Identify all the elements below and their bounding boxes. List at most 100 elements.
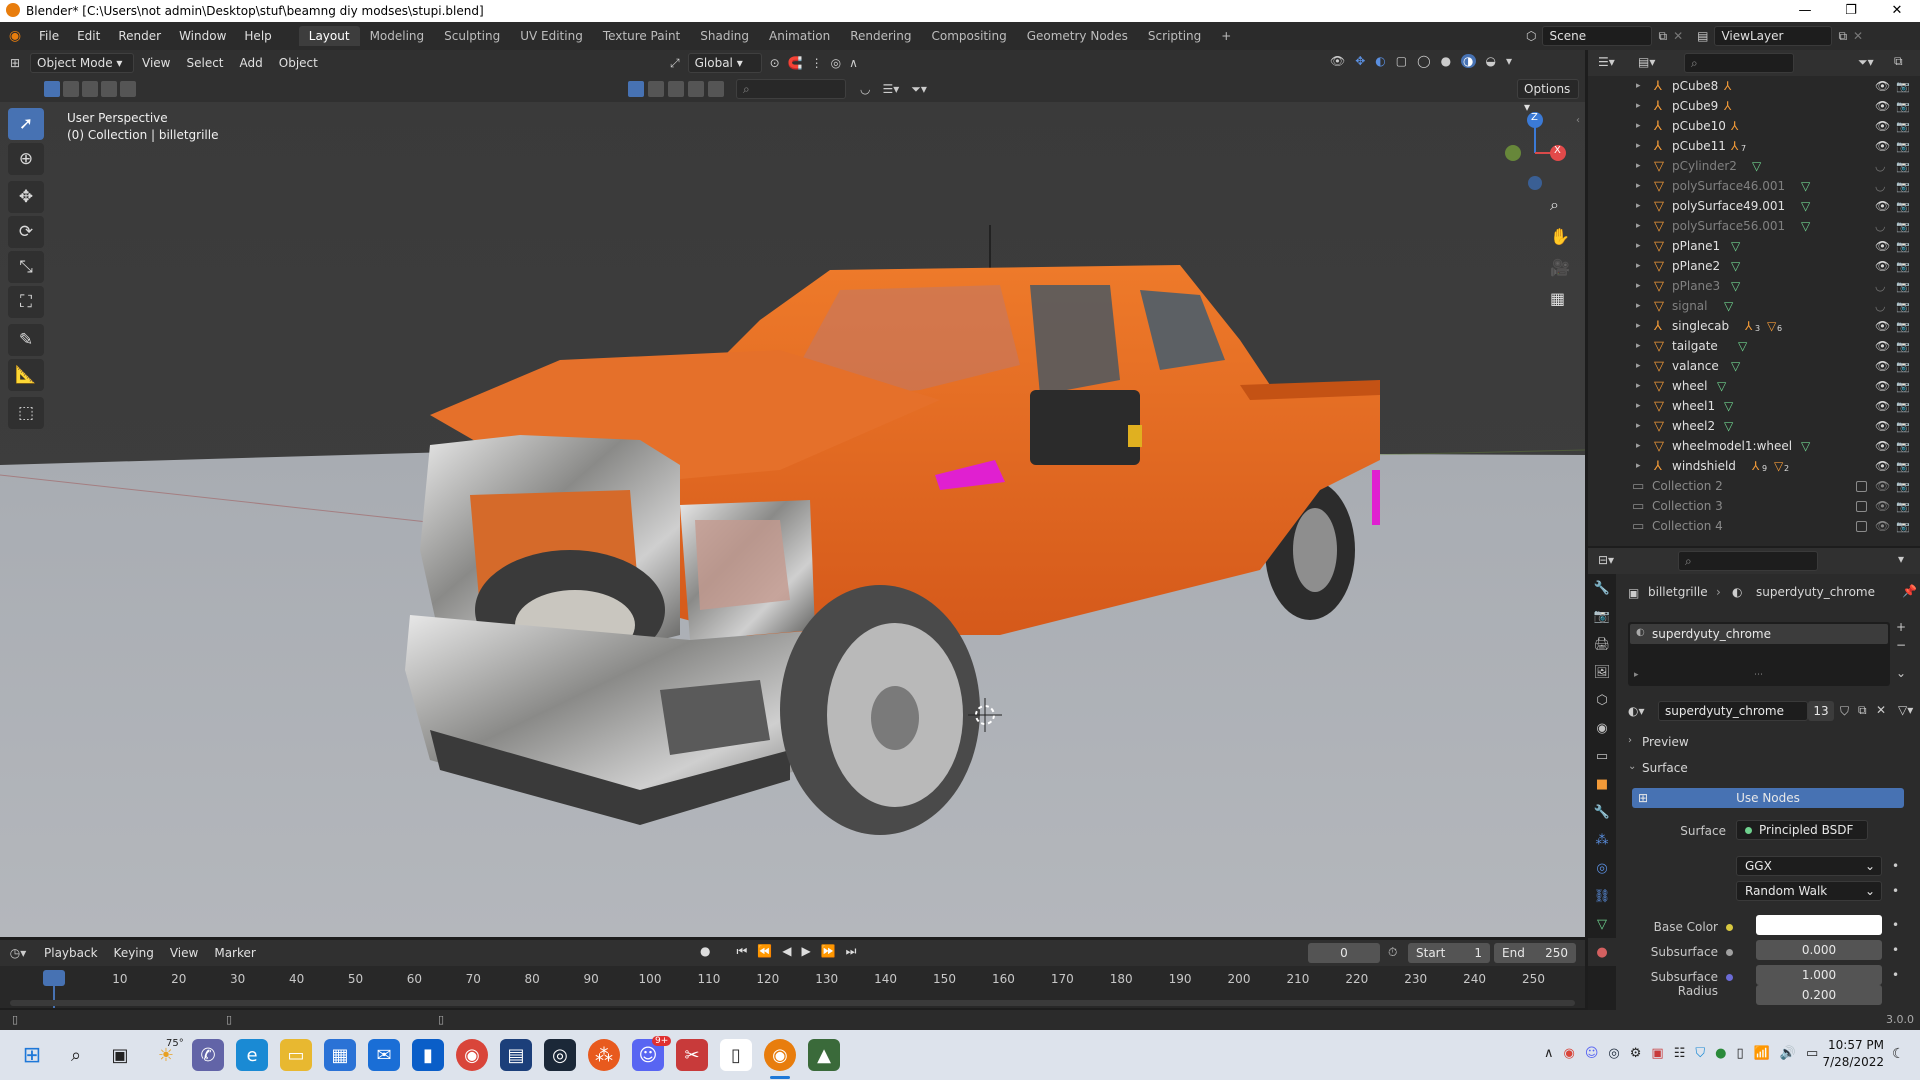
- overlay-icon[interactable]: ◐: [1375, 54, 1385, 68]
- mesh-data-icon[interactable]: ▽: [1724, 419, 1733, 433]
- subsurface-radius-y-field[interactable]: 0.200: [1756, 985, 1882, 1005]
- select-new-icon[interactable]: [44, 81, 60, 97]
- jump-keyframe-forward-icon[interactable]: ⏩: [821, 944, 836, 959]
- tray-battery-icon[interactable]: ▯: [1736, 1046, 1743, 1061]
- visibility-eye-icon[interactable]: ◡: [1875, 159, 1885, 173]
- scene-selector[interactable]: Scene: [1542, 26, 1653, 46]
- outliner-search-input[interactable]: ⌕: [1684, 53, 1794, 73]
- outliner-row[interactable]: ▸ ▽ pCylinder2 ▽ ◡ 📷: [1588, 156, 1920, 176]
- render-camera-icon[interactable]: 📷: [1896, 300, 1910, 313]
- outliner-row[interactable]: ▸ ▽ tailgate ▽ 👁 📷: [1588, 336, 1920, 356]
- outliner-row[interactable]: ▸ ▽ polySurface46.001 ▽ ◡ 📷: [1588, 176, 1920, 196]
- menu-render[interactable]: Render: [109, 29, 170, 43]
- filter-mesh-icon[interactable]: [628, 81, 644, 97]
- subsurface-field[interactable]: 0.000: [1756, 940, 1882, 960]
- xray-icon[interactable]: ▢: [1396, 54, 1407, 68]
- expand-arrow-icon[interactable]: ▸: [1636, 381, 1641, 391]
- tray-steam-icon[interactable]: ◎: [1608, 1046, 1619, 1061]
- jump-start-icon[interactable]: ⏮: [736, 944, 747, 959]
- select-subtract-icon[interactable]: [82, 81, 98, 97]
- filter-icon[interactable]: ⏷▾: [911, 82, 927, 97]
- search-icon[interactable]: ⌕: [60, 1039, 92, 1071]
- calculator-icon[interactable]: ▤: [500, 1039, 532, 1071]
- mesh-data-icon[interactable]: ▽: [1731, 239, 1740, 253]
- visibility-eye-icon[interactable]: 👁: [1875, 419, 1890, 433]
- measure-tool[interactable]: 📐: [8, 359, 44, 391]
- outliner-row[interactable]: ▸ ▽ pPlane1 ▽ 👁 📷: [1588, 236, 1920, 256]
- new-view-layer-icon[interactable]: ⧉: [1838, 29, 1847, 44]
- timeline-menu-playback[interactable]: Playback: [36, 946, 106, 960]
- select-extend-icon[interactable]: [63, 81, 79, 97]
- falloff-icon[interactable]: ∧: [849, 56, 858, 70]
- filter-empty-icon[interactable]: [708, 81, 724, 97]
- slot-expand-icon[interactable]: ▸: [1634, 670, 1639, 680]
- visibility-eye-icon[interactable]: ◡: [1875, 299, 1885, 313]
- visibility-eye-icon[interactable]: 👁: [1875, 359, 1890, 373]
- jump-keyframe-back-icon[interactable]: ⏪: [757, 944, 772, 959]
- visibility-eye-icon[interactable]: ◡: [1875, 279, 1885, 293]
- notification-icon[interactable]: ☾: [1892, 1046, 1905, 1062]
- outliner-row[interactable]: ▸ ▽ pPlane3 ▽ ◡ 📷: [1588, 276, 1920, 296]
- render-camera-icon[interactable]: 📷: [1896, 260, 1910, 273]
- visibility-eye-icon[interactable]: 👁: [1875, 139, 1890, 153]
- tab-particles[interactable]: ⁂: [1588, 826, 1616, 854]
- move-tool[interactable]: ✥: [8, 181, 44, 213]
- timeline-body[interactable]: 0102030405060708090100110120130140150160…: [0, 966, 1585, 1008]
- visibility-eye-icon[interactable]: 👁: [1875, 79, 1890, 93]
- subsurface-radius-anim-dot[interactable]: •: [1892, 968, 1899, 982]
- material-slot-item[interactable]: ◐ superdyuty_chrome: [1630, 624, 1888, 644]
- visibility-eye-icon[interactable]: 👁: [1875, 519, 1890, 533]
- current-frame-field[interactable]: 0: [1308, 943, 1380, 963]
- expand-arrow-icon[interactable]: ▸: [1636, 141, 1641, 151]
- tab-data[interactable]: ▽: [1588, 910, 1616, 938]
- render-camera-icon[interactable]: 📷: [1896, 480, 1910, 493]
- mesh-data-icon[interactable]: ▽: [1801, 219, 1810, 233]
- select-intersect-icon[interactable]: [120, 81, 136, 97]
- 3d-viewport[interactable]: [0, 50, 1585, 937]
- app-dots-icon[interactable]: ⁂: [588, 1039, 620, 1071]
- expand-arrow-icon[interactable]: ▸: [1636, 281, 1641, 291]
- tab-render[interactable]: 📷: [1588, 602, 1616, 630]
- visibility-eye-icon[interactable]: 👁: [1875, 459, 1890, 473]
- base-color-anim-dot[interactable]: •: [1892, 918, 1899, 932]
- tab-physics[interactable]: ◎: [1588, 854, 1616, 882]
- chrome-icon[interactable]: ◉: [456, 1039, 488, 1071]
- viewport-menu-add[interactable]: Add: [232, 56, 271, 70]
- mesh-data-icon[interactable]: ▽: [1731, 359, 1740, 373]
- select-invert-icon[interactable]: [101, 81, 117, 97]
- properties-options-icon[interactable]: ▾: [1898, 552, 1904, 566]
- options-dropdown[interactable]: Options ▾: [1517, 79, 1579, 114]
- tab-scripting[interactable]: Scripting: [1138, 26, 1211, 46]
- viewport-menu-view[interactable]: View: [134, 56, 178, 70]
- blender-taskbar-icon[interactable]: ◉: [764, 1039, 796, 1071]
- mesh-data-icon[interactable]: ▽: [1801, 439, 1810, 453]
- expand-arrow-icon[interactable]: ▸: [1636, 361, 1641, 371]
- tab-layout[interactable]: Layout: [298, 26, 360, 46]
- distribution-anim-dot[interactable]: •: [1892, 859, 1899, 873]
- render-camera-icon[interactable]: 📷: [1896, 440, 1910, 453]
- view-layer-selector[interactable]: ViewLayer: [1714, 26, 1833, 46]
- expand-arrow-icon[interactable]: ▸: [1636, 441, 1641, 451]
- select-box-tool[interactable]: ➚: [8, 108, 44, 140]
- teams-icon[interactable]: ✆: [192, 1039, 224, 1071]
- tray-red-icon[interactable]: ▣: [1651, 1046, 1663, 1061]
- ortho-grid-icon[interactable]: ▦: [1550, 289, 1570, 308]
- use-nodes-button[interactable]: ⊞ Use Nodes: [1632, 788, 1904, 808]
- render-camera-icon[interactable]: 📷: [1896, 100, 1910, 113]
- expand-arrow-icon[interactable]: ▸: [1636, 301, 1641, 311]
- visibility-eye-icon[interactable]: 👁: [1875, 379, 1890, 393]
- outliner-row[interactable]: ▸ ⅄ pCube11 ⅄ 7 👁 📷: [1588, 136, 1920, 156]
- visibility-eye-icon[interactable]: 👁: [1875, 319, 1890, 333]
- tab-modeling[interactable]: Modeling: [360, 26, 435, 46]
- wifi-icon[interactable]: 📶: [1754, 1046, 1770, 1061]
- filter-light-icon[interactable]: [668, 81, 684, 97]
- expand-arrow-icon[interactable]: ▸: [1636, 101, 1641, 111]
- editor-type-icon[interactable]: ⊞: [0, 56, 30, 70]
- visibility-eye-icon[interactable]: 👁: [1875, 479, 1890, 493]
- wireframe-shading-icon[interactable]: ◯: [1417, 54, 1430, 68]
- render-camera-icon[interactable]: 📷: [1896, 420, 1910, 433]
- mesh-data-icon[interactable]: ▽: [1801, 179, 1810, 193]
- notepad-icon[interactable]: ▯: [720, 1039, 752, 1071]
- tray-discord-icon[interactable]: ☺: [1585, 1046, 1599, 1061]
- material-shading-icon[interactable]: ◑: [1461, 54, 1476, 68]
